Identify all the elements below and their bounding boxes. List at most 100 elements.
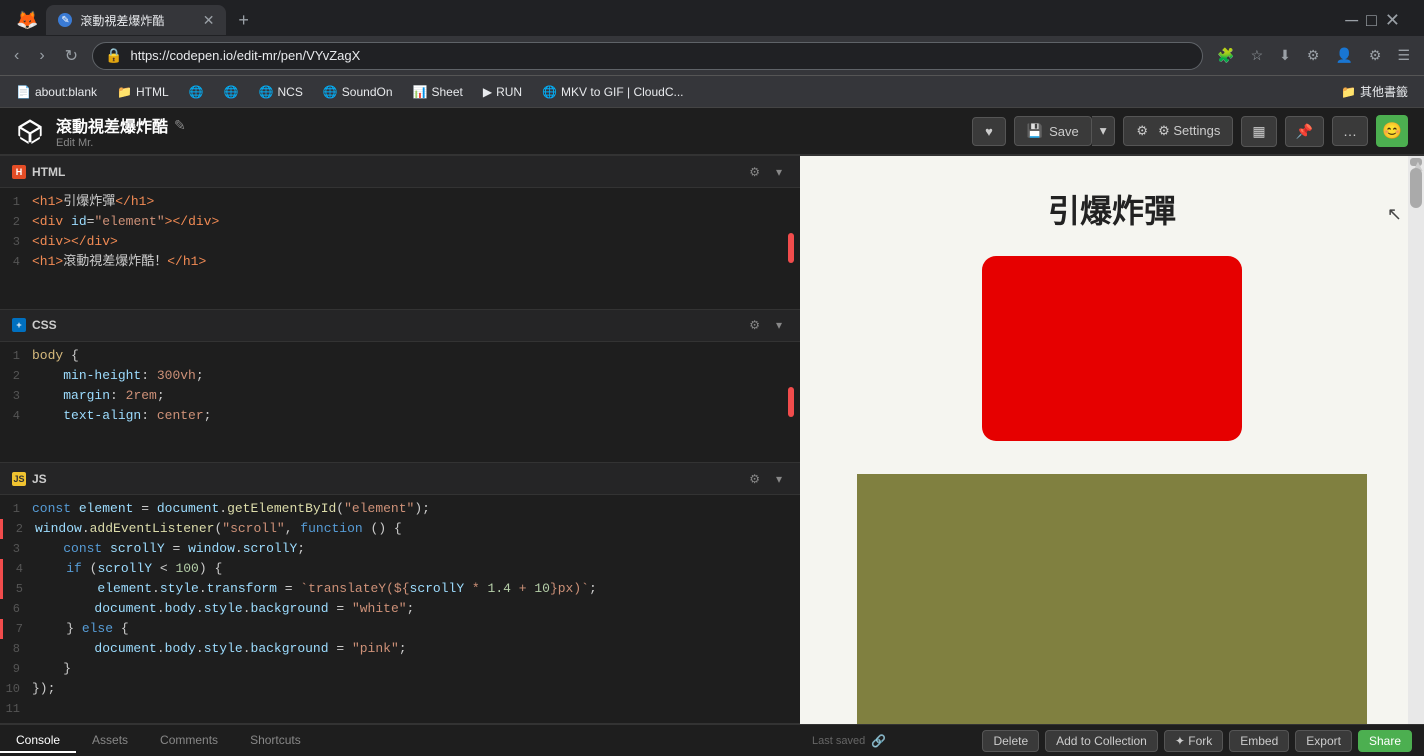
bookmark-mkv[interactable]: 🌐 MKV to GIF | CloudC... — [534, 82, 691, 102]
menu-button[interactable]: ☰ — [1391, 43, 1416, 68]
bookmarks-bar: 📄 about:blank 📁 HTML 🌐 🌐 🌐 NCS 🌐 SoundOn… — [0, 76, 1424, 108]
js-collapse-button[interactable]: ▾ — [770, 470, 788, 488]
settings-button-codepen[interactable]: ⚙ ⚙ Settings — [1123, 116, 1233, 146]
html-line-1: 1 <h1>引爆炸彈</h1> — [0, 192, 800, 212]
scrollbar-thumb[interactable] — [1410, 168, 1422, 208]
bookmark-sheet[interactable]: 📊 Sheet — [405, 82, 471, 102]
save-button[interactable]: 💾 Save — [1014, 116, 1092, 146]
html-editor-section: H HTML ⚙ ▾ 1 <h1>引爆炸彈</h1> 2 <div id="el… — [0, 156, 800, 310]
css-scroll-indicator — [788, 387, 794, 417]
js-line-7: 7 } else { — [0, 619, 800, 639]
scrollbar-up-arrow[interactable]: ▲ — [1410, 158, 1422, 166]
html-collapse-button[interactable]: ▾ — [770, 163, 788, 181]
css-editor-section: + CSS ⚙ ▾ 1 body { 2 min-height: 300vh; — [0, 310, 800, 464]
preview-panel: 引爆炸彈 ▲ ↖ — [800, 156, 1424, 724]
css-section-actions: ⚙ ▾ — [743, 316, 788, 334]
js-line-10: 10 }); — [0, 679, 800, 699]
layout-button[interactable]: ▦ — [1241, 116, 1276, 147]
css-collapse-button[interactable]: ▾ — [770, 316, 788, 334]
js-line-8: 8 document.body.style.background = "pink… — [0, 639, 800, 659]
html-line-4: 4 <h1>滾動視差爆炸酷！</h1> — [0, 252, 800, 272]
url-text: https://codepen.io/edit-mr/pen/VYvZagX — [131, 48, 1191, 63]
bookmark-ncs[interactable]: 🌐 NCS — [251, 82, 311, 102]
js-badge: JS — [12, 472, 26, 486]
js-settings-button[interactable]: ⚙ — [743, 470, 766, 488]
save-dropdown-button[interactable]: ▾ — [1092, 116, 1116, 146]
codepen-logo — [16, 117, 44, 145]
tab-close-button[interactable]: ✕ — [203, 12, 215, 29]
bookmark-soundon[interactable]: 🌐 SoundOn — [315, 82, 401, 102]
html-section-actions: ⚙ ▾ — [743, 163, 788, 181]
bottom-left-tabs: Console Assets Comments Shortcuts — [0, 725, 800, 756]
html-section-header: H HTML ⚙ ▾ — [0, 156, 800, 188]
tab-console[interactable]: Console — [0, 729, 76, 753]
refresh-button[interactable]: ↻ — [59, 42, 84, 70]
nav-bar: ‹ › ↻ 🔒 https://codepen.io/edit-mr/pen/V… — [0, 36, 1424, 76]
last-saved-link-icon[interactable]: 🔗 — [871, 734, 886, 748]
account-button[interactable]: 👤 — [1329, 43, 1358, 68]
edit-pen-icon[interactable]: ✎ — [174, 117, 186, 134]
js-line-3: 3 const scrollY = window.scrollY; — [0, 539, 800, 559]
delete-button[interactable]: Delete — [982, 730, 1039, 752]
html-code-editor[interactable]: 1 <h1>引爆炸彈</h1> 2 <div id="element"></di… — [0, 188, 800, 309]
bookmark-globe1[interactable]: 🌐 — [181, 82, 212, 102]
save-icon: 💾 — [1027, 123, 1043, 139]
security-icon: 🔒 — [105, 47, 122, 64]
embed-button[interactable]: Embed — [1229, 730, 1289, 752]
more-button[interactable]: … — [1332, 116, 1368, 146]
js-section-header: JS JS ⚙ ▾ — [0, 463, 800, 495]
add-to-collection-button[interactable]: Add to Collection — [1045, 730, 1158, 752]
css-line-1: 1 body { — [0, 346, 800, 366]
close-window-button[interactable]: ✕ — [1385, 10, 1400, 31]
extensions-button[interactable]: 🧩 — [1211, 43, 1240, 68]
avatar-button[interactable]: 😊 — [1376, 115, 1408, 147]
html-badge: H — [12, 165, 26, 179]
pin-button[interactable]: 📌 — [1285, 116, 1324, 147]
bookmark-others[interactable]: 📁 其他書籤 — [1333, 80, 1416, 103]
bookmark-globe2[interactable]: 🌐 — [216, 82, 247, 102]
bookmark-html[interactable]: 📁 HTML — [109, 82, 177, 102]
bookmark-star-button[interactable]: ☆ — [1245, 43, 1270, 68]
bookmark-run[interactable]: ▶ RUN — [475, 82, 530, 102]
js-line-6: 6 document.body.style.background = "whit… — [0, 599, 800, 619]
bookmark-about-blank[interactable]: 📄 about:blank — [8, 82, 105, 102]
avatar-icon: 😊 — [1382, 121, 1402, 141]
css-settings-button[interactable]: ⚙ — [743, 316, 766, 334]
css-line-4: 4 text-align: center; — [0, 406, 800, 426]
js-code-editor[interactable]: 1 const element = document.getElementByI… — [0, 495, 800, 723]
codepen-header: 滾動視差爆炸酷 ✎ Edit Mr. ♥ 💾 Save ▾ ⚙ ⚙ Settin… — [0, 108, 1424, 156]
html-line-2: 2 <div id="element"></div> — [0, 212, 800, 232]
pen-subtitle: Edit Mr. — [56, 137, 186, 149]
address-bar[interactable]: 🔒 https://codepen.io/edit-mr/pen/VYvZagX — [92, 42, 1203, 70]
export-button[interactable]: Export — [1295, 730, 1352, 752]
preview-scrollbar[interactable]: ▲ — [1408, 156, 1424, 724]
css-code-editor[interactable]: 1 body { 2 min-height: 300vh; 3 margin: … — [0, 342, 800, 463]
js-line-4: 4 if (scrollY < 100) { — [0, 559, 800, 579]
extensions2-button[interactable]: ⚙ — [1363, 43, 1388, 68]
settings-button[interactable]: ⚙ — [1301, 43, 1326, 68]
tab-assets[interactable]: Assets — [76, 729, 144, 753]
share-button[interactable]: Share — [1358, 730, 1412, 752]
forward-button[interactable]: › — [33, 43, 50, 69]
heart-button[interactable]: ♥ — [972, 117, 1006, 146]
fork-button[interactable]: ✦ Fork — [1164, 730, 1223, 752]
css-section-header: + CSS ⚙ ▾ — [0, 310, 800, 342]
html-line-3: 3 <div></div> — [0, 232, 800, 252]
html-scroll-indicator — [788, 233, 794, 263]
back-button[interactable]: ‹ — [8, 43, 25, 69]
html-settings-button[interactable]: ⚙ — [743, 163, 766, 181]
js-label: JS JS — [12, 472, 47, 486]
main-area: H HTML ⚙ ▾ 1 <h1>引爆炸彈</h1> 2 <div id="el… — [0, 156, 1424, 724]
new-tab-button[interactable]: + — [230, 10, 257, 31]
tab-shortcuts[interactable]: Shortcuts — [234, 729, 317, 753]
tab-comments[interactable]: Comments — [144, 729, 234, 753]
downloads-button[interactable]: ⬇ — [1273, 43, 1297, 68]
minimize-button[interactable]: ─ — [1345, 10, 1358, 31]
bottom-right-actions: Last saved 🔗 Delete Add to Collection ✦ … — [800, 725, 1424, 756]
maximize-button[interactable]: □ — [1366, 10, 1377, 31]
bottom-area: Console Assets Comments Shortcuts Last s… — [0, 724, 1424, 756]
js-line-2: 2 window.addEventListener("scroll", func… — [0, 519, 800, 539]
active-tab[interactable]: ✎ 滾動視差爆炸酷 ✕ — [46, 5, 226, 35]
tab-favicon: ✎ — [58, 13, 72, 27]
pen-title: 滾動視差爆炸酷 — [56, 113, 168, 137]
